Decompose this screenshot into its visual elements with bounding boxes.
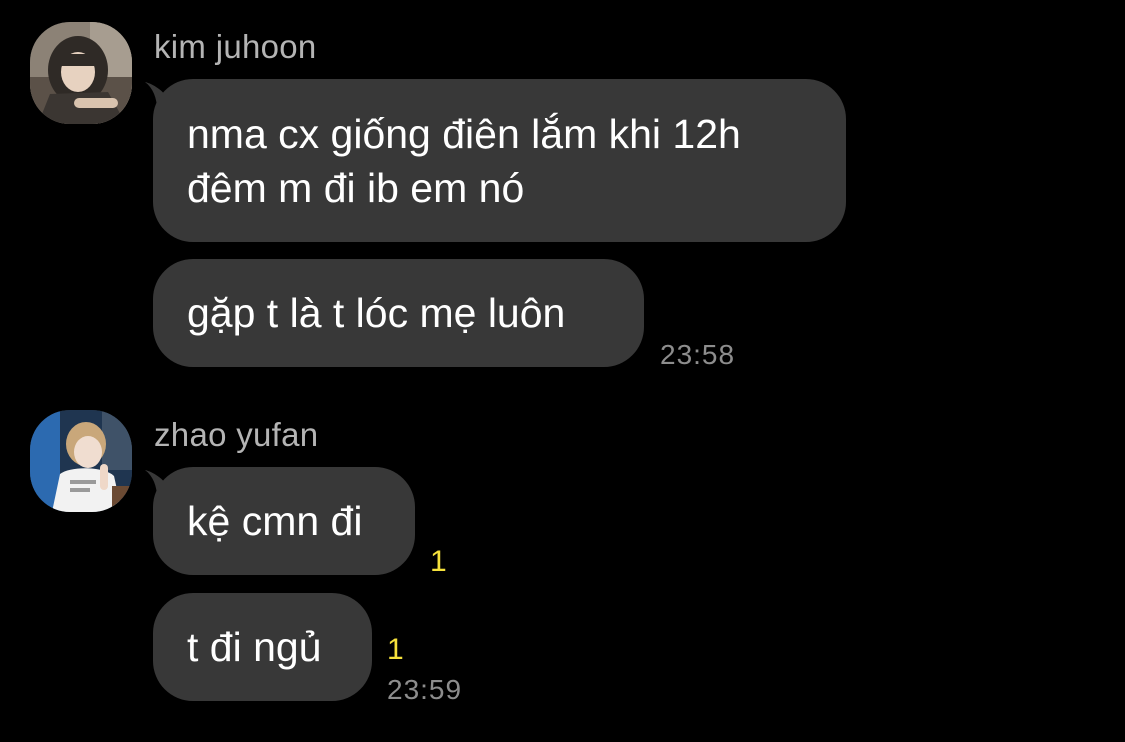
- message-text: nma cx giống điên lắm khi 12h đêm m đi i…: [187, 107, 741, 215]
- message-line: nma cx giống điên lắm khi 12h: [187, 111, 741, 157]
- message-line: đêm m đi ib em nó: [187, 165, 525, 211]
- message-bubble[interactable]: nma cx giống điên lắm khi 12h đêm m đi i…: [153, 79, 846, 242]
- message-timestamp: 23:59: [387, 674, 463, 705]
- message-text: kệ cmn đi: [187, 498, 363, 544]
- avatar-zhao-yufan[interactable]: [30, 410, 132, 512]
- message-text: gặp t là t lóc mẹ luôn: [187, 290, 566, 336]
- message-text: t đi ngủ: [187, 624, 322, 670]
- avatar-kim-juhoon[interactable]: [30, 22, 132, 124]
- profile-photo-icon: [30, 410, 132, 512]
- message-bubble[interactable]: gặp t là t lóc mẹ luôn: [153, 259, 644, 367]
- profile-photo-icon: [30, 22, 132, 124]
- unread-count: 1: [387, 633, 404, 666]
- sender-name: kim juhoon: [154, 28, 317, 65]
- message-bubble[interactable]: kệ cmn đi: [153, 467, 415, 575]
- message-bubble[interactable]: t đi ngủ: [153, 593, 372, 701]
- sender-name: zhao yufan: [154, 416, 319, 453]
- message-timestamp: 23:58: [660, 339, 736, 370]
- unread-count: 1: [430, 545, 447, 578]
